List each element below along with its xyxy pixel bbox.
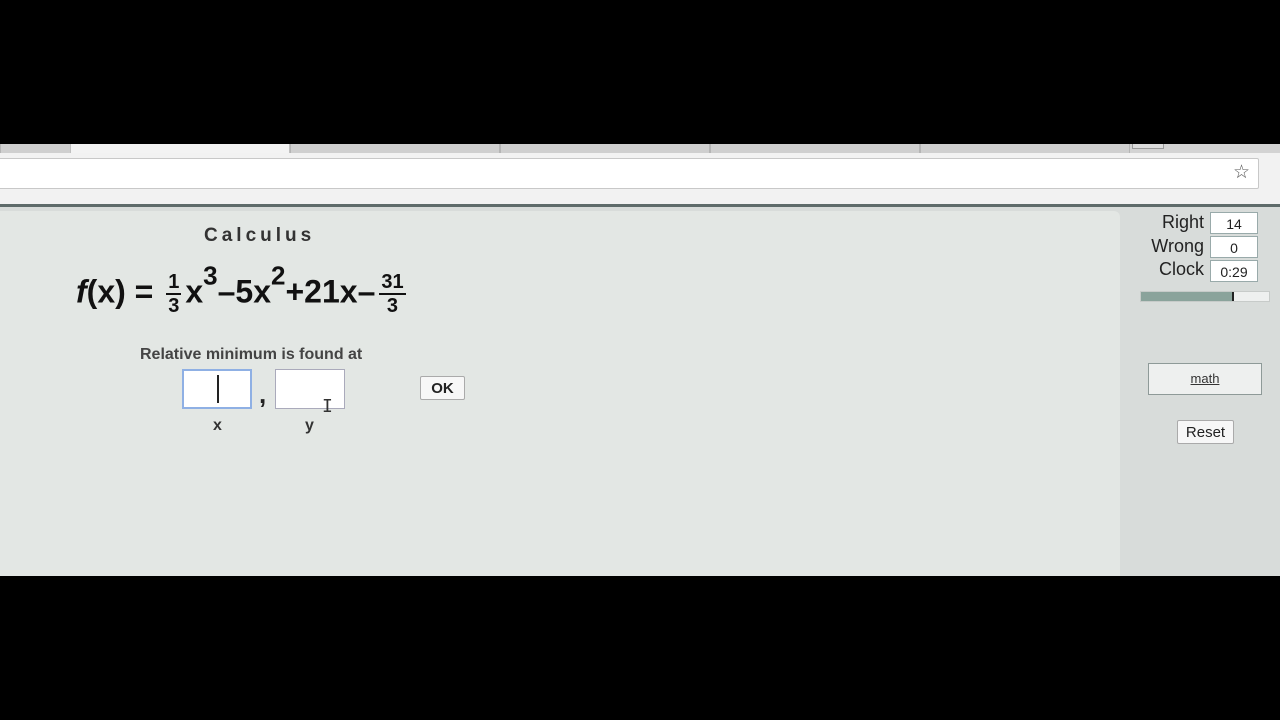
bookmark-star-icon[interactable]: ☆ [1233,162,1250,184]
answer-x-input[interactable] [182,369,252,409]
question-prompt: Relative minimum is found at [140,346,363,363]
clock-value: 0:29 [1210,260,1258,282]
right-label: Right [1161,212,1204,232]
formula-term: x [185,273,204,310]
reset-button[interactable]: Reset [1177,420,1234,444]
fraction-denominator: 3 [386,295,399,317]
text-caret [217,375,219,403]
coordinate-separator: , [259,379,267,409]
quiz-panel: Calculus f(x) = 1 3 x3–5x2+21x– 31 3 Relativ… [0,211,1120,576]
tab[interactable] [290,144,500,153]
fraction-denominator: 3 [168,295,180,317]
wrong-count: 0 [1210,236,1258,258]
subject-title: Calculus [204,225,316,246]
tab-active[interactable] [70,144,290,153]
formula-fraction-1: 13 [166,271,182,317]
formula-exponent: 3 [203,260,218,291]
right-count: 14 [1210,212,1258,234]
score-sidebar: Right 14 Wrong 0 Clock 0:29 math Reset [1122,207,1280,576]
formula-argument: (x) = [86,273,163,310]
formula-term: +21x– [285,273,376,310]
time-progress-bar [1140,291,1270,302]
answer-y-input[interactable] [275,369,345,409]
function-formula: f(x) = 1 3 x3–5x2+21x– 31 3 [76,262,410,341]
browser-window: ☆ Calculus f(x) = 1 3 x3–5x2+21x– 31 3 Relat… [0,144,1280,576]
new-tab-button[interactable] [1132,144,1164,149]
fraction-numerator: 31 [379,271,406,295]
formula-exponent: 2 [271,260,286,291]
ok-button[interactable]: OK [420,376,465,400]
time-progress-marker [1232,292,1235,301]
fraction-numerator: 1 [166,271,182,295]
tab[interactable] [500,144,710,153]
ibeam-cursor-icon: I [322,396,333,417]
page-content: Calculus f(x) = 1 3 x3–5x2+21x– 31 3 Relativ… [0,207,1280,576]
formula-term: –5x [217,273,272,310]
wrong-label: Wrong [1151,236,1204,256]
tab[interactable] [920,144,1130,153]
y-input-label: y [305,417,314,434]
math-link[interactable]: math [1148,363,1262,395]
formula-fraction-2: 31 3 [379,271,406,317]
tab[interactable] [0,144,72,153]
clock-label: Clock [1158,259,1204,279]
tab-strip [0,144,1280,153]
tab[interactable] [710,144,920,153]
x-input-label: x [213,417,222,434]
browser-toolbar: ☆ [0,153,1280,205]
formula-function-name: f [76,273,87,310]
time-progress-fill [1141,292,1234,301]
address-bar[interactable]: ☆ [0,158,1259,189]
